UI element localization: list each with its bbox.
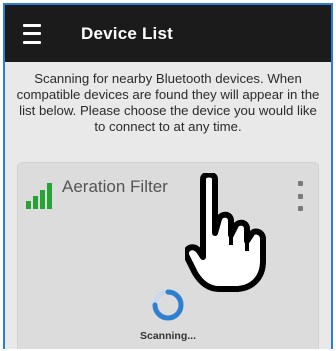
scanning-status: Scanning...: [139, 330, 196, 342]
device-name: Aeration Filter: [62, 177, 168, 196]
pointing-hand-icon: [185, 173, 266, 292]
loading-spinner-icon: [152, 289, 184, 321]
hamburger-menu-icon[interactable]: [23, 23, 49, 44]
scan-instructions: Scanning for nearby Bluetooth devices. W…: [16, 71, 320, 134]
app-bar: Device List: [5, 5, 331, 62]
page-title: Device List: [81, 23, 173, 43]
signal-strength-icon: [26, 183, 52, 209]
